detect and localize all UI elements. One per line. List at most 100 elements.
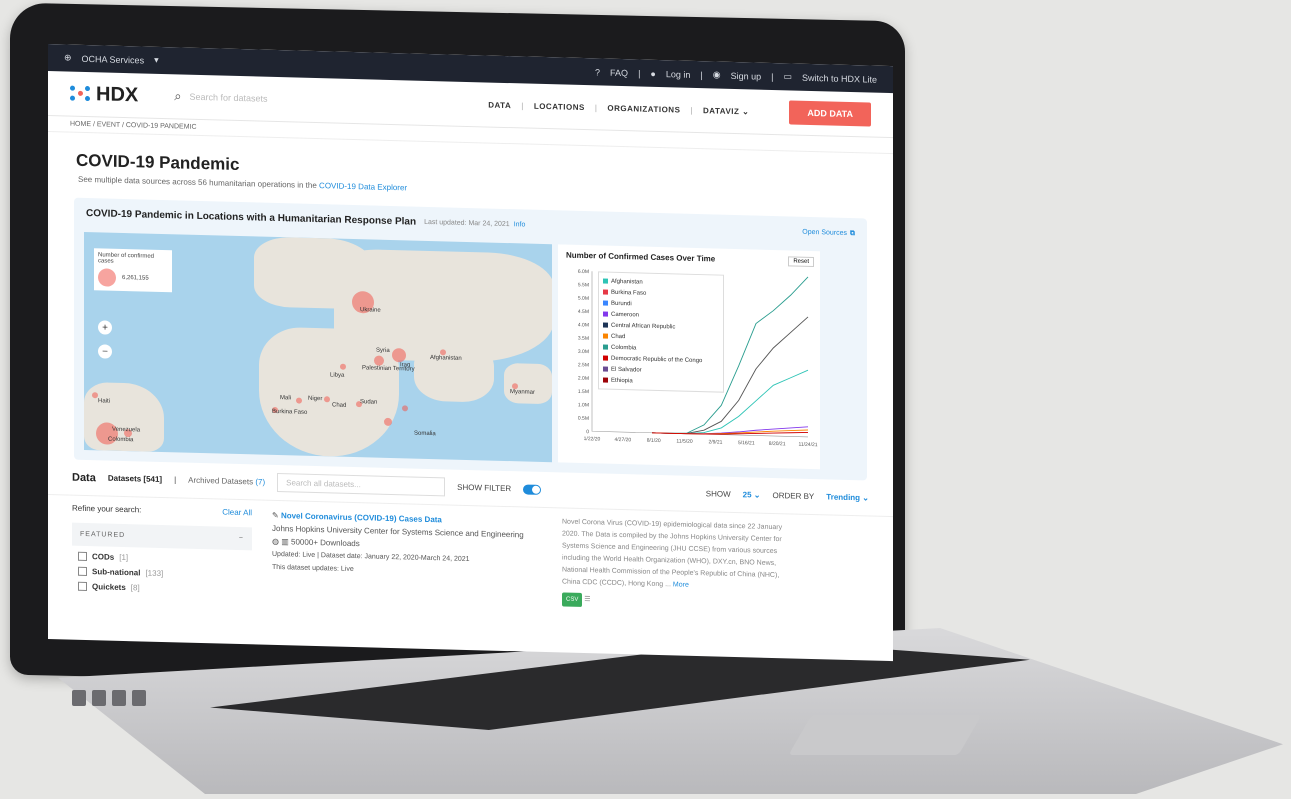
y-tick-label: 2.0M (578, 376, 589, 382)
chevron-down-icon: ▾ (154, 54, 159, 65)
order-by-label: ORDER BY (772, 490, 815, 502)
map-label: Libya (330, 372, 345, 379)
list-icon: ☰ (584, 596, 591, 604)
laptop-ports (72, 690, 146, 706)
map-legend: Number of confirmed cases 6,261,155 (94, 248, 172, 293)
x-tick-label: 11/24/21 (798, 442, 817, 449)
covid-map[interactable]: Ukraine Afghanistan Libya Syria Palestin… (84, 231, 552, 463)
legend-item[interactable]: Ethiopia (603, 375, 719, 389)
hdx-dots-icon (70, 85, 92, 103)
search-box[interactable]: ⌕ Search for datasets (174, 88, 354, 109)
chevron-down-icon: ⌄ (862, 493, 869, 503)
legend-swatch (603, 278, 608, 284)
y-tick-label: 5.5M (578, 282, 589, 288)
tab-archived[interactable]: Archived Datasets (7) (188, 476, 265, 487)
x-tick-label: 8/1/20 (647, 438, 661, 444)
legend-swatch (603, 355, 608, 361)
legend-swatch (603, 333, 608, 339)
show-select[interactable]: 25 ⌄ (743, 490, 761, 499)
main-nav: DATA | LOCATIONS | ORGANIZATIONS | DATAVIZ … (488, 100, 750, 116)
x-tick-label: 4/27/20 (615, 437, 632, 443)
csv-badge[interactable]: CSV (562, 592, 583, 607)
zoom-out-button[interactable]: − (98, 344, 112, 359)
map-label: Syria (376, 347, 390, 354)
open-sources-link[interactable]: Open Sources (802, 229, 847, 237)
x-tick-label: 2/9/21 (708, 439, 722, 445)
series-line (652, 429, 809, 435)
legend-swatch (603, 300, 608, 306)
un-logo-icon: ⊕ (64, 52, 72, 63)
map-label: Chad (332, 402, 347, 409)
user-icon: ● (650, 68, 656, 79)
x-tick-label: 1/22/20 (584, 436, 601, 442)
x-tick-label: 5/16/21 (738, 440, 755, 446)
show-label: SHOW (705, 489, 731, 499)
map-label: Myanmar (510, 389, 536, 396)
filter-quickets[interactable]: Quickets [8] (72, 581, 252, 596)
help-icon: ? (595, 66, 601, 77)
more-link[interactable]: More (673, 581, 689, 588)
external-link-icon: ⧉ (850, 229, 855, 237)
signup-icon: ◉ (712, 69, 721, 80)
map-label: Venezuela (112, 426, 141, 434)
filters-sidebar: Refine your search: Clear All FEATURED − … (72, 504, 252, 599)
nav-organizations[interactable]: ORGANIZATIONS (607, 103, 680, 114)
chevron-down-icon: ⌄ (742, 106, 750, 116)
y-tick-label: 0.5M (578, 416, 589, 422)
panel-title: COVID-19 Pandemic in Locations with a Hu… (86, 207, 417, 228)
covid-explorer-link[interactable]: COVID-19 Data Explorer (319, 181, 407, 192)
filter-cods[interactable]: CODs [1] (72, 551, 252, 566)
legend-swatch (603, 289, 608, 295)
map-label: Niger (308, 395, 323, 403)
y-tick-label: 1.5M (578, 389, 589, 395)
map-label: Somalia (414, 430, 436, 438)
y-tick-label: 6.0M (578, 269, 589, 275)
featured-section[interactable]: FEATURED − (72, 522, 252, 551)
legend-label: Burkina Faso (611, 289, 647, 297)
map-label: Sudan (360, 399, 378, 406)
map-label: Ukraine (360, 307, 381, 314)
legend-label: El Salvador (611, 366, 642, 374)
y-tick-label: 2.5M (578, 362, 589, 368)
filter-subnational[interactable]: Sub-national [133] (72, 566, 252, 581)
legend-label: Chad (611, 333, 626, 340)
results-area: Refine your search: Clear All FEATURED − … (48, 495, 893, 623)
map-label: Iraq (400, 362, 411, 369)
nav-locations[interactable]: LOCATIONS (534, 101, 585, 111)
search-input[interactable]: Search for datasets (190, 92, 268, 104)
zoom-in-button[interactable]: + (98, 320, 112, 335)
collapse-icon: − (238, 534, 244, 543)
show-filter-toggle[interactable] (523, 483, 542, 495)
hdx-logo[interactable]: HDX (70, 82, 138, 107)
order-select[interactable]: Trending ⌄ (826, 492, 869, 502)
tab-datasets[interactable]: Datasets [541] (108, 474, 162, 484)
y-tick-label: 0 (586, 429, 589, 435)
y-tick-label: 3.5M (578, 336, 589, 342)
last-updated: Last updated: Mar 24, 2021 (424, 218, 510, 229)
info-link[interactable]: Info (514, 221, 526, 228)
add-data-button[interactable]: ADD DATA (789, 100, 871, 127)
data-label: Data (72, 471, 96, 484)
legend-label: Ethiopia (611, 377, 633, 384)
dataset-downloads: 50000+ Downloads (291, 537, 360, 549)
show-filter-label: SHOW FILTER (457, 482, 512, 494)
legend-swatch (603, 344, 608, 350)
nav-data[interactable]: DATA (488, 100, 511, 110)
switch-lite-link[interactable]: Switch to HDX Lite (802, 72, 877, 84)
dataset-item: ✎ Novel Coronavirus (COVID-19) Cases Dat… (272, 509, 542, 606)
checkbox (78, 581, 87, 592)
dataset-search-input[interactable]: Search all datasets... (277, 472, 446, 497)
signup-link[interactable]: Sign up (731, 70, 762, 81)
faq-link[interactable]: FAQ (610, 67, 628, 77)
clear-all-link[interactable]: Clear All (222, 508, 252, 518)
map-label: Burkina Faso (272, 408, 308, 416)
y-tick-label: 4.0M (578, 322, 589, 328)
y-tick-label: 4.5M (578, 309, 589, 315)
x-tick-label: 8/20/21 (769, 441, 786, 447)
login-link[interactable]: Log in (666, 69, 691, 80)
nav-dataviz[interactable]: DATAVIZ ⌄ (703, 106, 749, 116)
bar-chart-icon: ▥ (281, 537, 289, 547)
y-tick-label: 3.0M (578, 349, 589, 355)
ocha-services-menu[interactable]: OCHA Services (82, 53, 145, 65)
legend-swatch (603, 366, 608, 372)
